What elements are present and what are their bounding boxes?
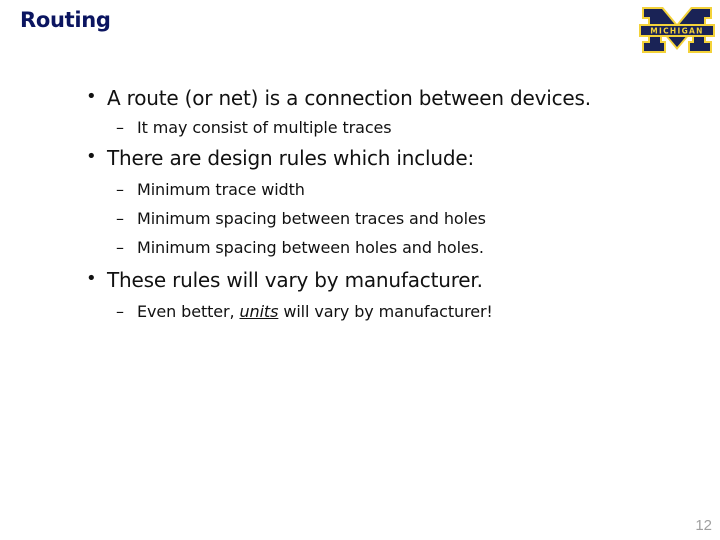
bullet-icon: • bbox=[86, 86, 97, 107]
sub-bullet-text: Even better, units will vary by manufact… bbox=[137, 302, 493, 321]
bullet-icon: • bbox=[86, 268, 97, 289]
sub-bullet-text: It may consist of multiple traces bbox=[137, 118, 392, 137]
bullet-icon: • bbox=[86, 146, 97, 167]
dash-icon: – bbox=[116, 302, 124, 321]
sub-bullet-text: Minimum spacing between traces and holes bbox=[137, 209, 486, 228]
sub-bullet-text: Minimum trace width bbox=[137, 180, 305, 199]
dash-icon: – bbox=[116, 238, 124, 257]
logo-wordmark: MICHIGAN bbox=[650, 27, 703, 36]
bullet-text: A route (or net) is a connection between… bbox=[107, 86, 591, 110]
page-number: 12 bbox=[695, 517, 712, 534]
sub-bullet-text-after: will vary by manufacturer! bbox=[278, 302, 493, 321]
sub-bullet-text: Minimum spacing between holes and holes. bbox=[137, 238, 484, 257]
slide-title: Routing bbox=[20, 8, 111, 32]
dash-icon: – bbox=[116, 180, 124, 199]
sub-bullet-text-before: Even better, bbox=[137, 302, 240, 321]
emphasized-word: units bbox=[239, 302, 279, 321]
dash-icon: – bbox=[116, 209, 124, 228]
michigan-block-m-logo: MICHIGAN bbox=[639, 7, 715, 53]
dash-icon: – bbox=[116, 118, 124, 137]
bullet-text: There are design rules which include: bbox=[107, 146, 475, 170]
bullet-text: These rules will vary by manufacturer. bbox=[107, 268, 483, 292]
